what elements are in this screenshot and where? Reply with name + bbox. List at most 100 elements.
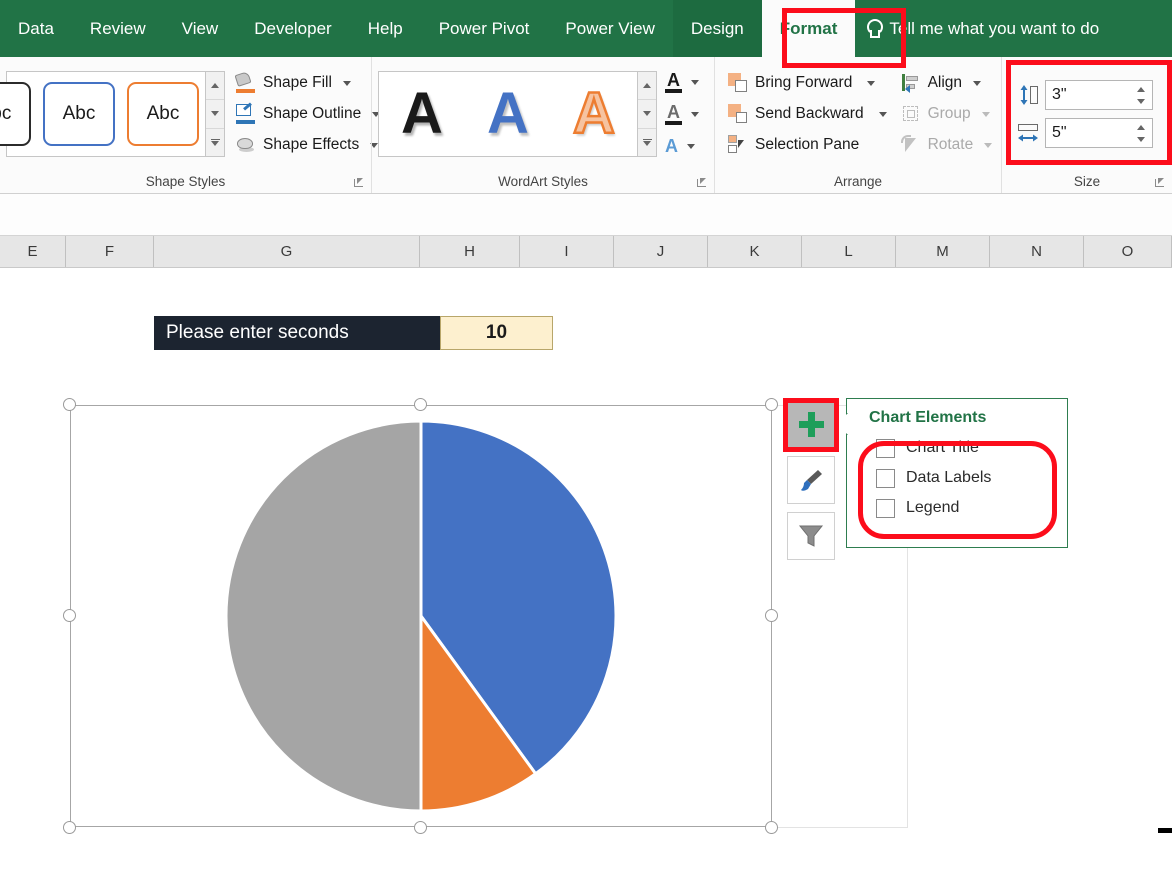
column-header-G[interactable]: G [154,236,420,267]
column-header-O[interactable]: O [1084,236,1172,267]
shape-style-thumb-3[interactable]: Abc [127,82,199,146]
tab-developer[interactable]: Developer [236,0,350,57]
seconds-input-cell[interactable]: 10 [440,316,553,350]
selection-pane-button[interactable]: Selection Pane [723,131,892,159]
gallery-scroll-down-icon[interactable] [206,100,224,129]
pie-slice-3[interactable] [224,419,423,813]
chart-elements-item-legend[interactable]: Legend [847,493,1067,523]
shape-outline-button[interactable]: Shape Outline [231,100,385,128]
shape-fill-button[interactable]: Shape Fill [231,69,385,97]
column-header-F[interactable]: F [66,236,154,267]
shape-style-thumb-2[interactable]: Abc [43,82,115,146]
tab-data[interactable]: Data [0,0,72,57]
wordart-thumb-2[interactable]: A [465,78,551,150]
chevron-down-icon[interactable] [687,143,695,149]
wordart-dialog-launcher-icon[interactable] [697,178,708,189]
chart-styles-button[interactable] [787,456,835,504]
shape-style-thumb-1[interactable]: Abc [0,82,31,146]
column-header-M[interactable]: M [896,236,990,267]
shape-styles-gallery[interactable]: Abc Abc Abc [0,71,225,157]
gallery-scroll-down-icon[interactable] [638,100,656,129]
shape-height-icon [1018,85,1038,105]
gallery-scroll-up-icon[interactable] [206,72,224,101]
tab-view[interactable]: View [164,0,237,57]
shape-styles-dialog-launcher-icon[interactable] [354,178,365,189]
chevron-down-icon[interactable] [342,80,351,86]
height-arrows-icon [1020,85,1028,105]
group-arrange: Bring Forward Send Backward Selection Pa… [714,57,1001,193]
group-wordart-styles: A A A A A A WordArt Styles [371,57,714,193]
gallery-more-icon[interactable] [206,129,224,156]
group-title-arrange: Arrange [833,174,883,189]
shape-effects-label: Shape Effects [263,136,360,153]
resize-handle-top-left[interactable] [63,398,76,411]
text-fill-button[interactable]: A [665,68,699,96]
size-fields [1008,80,1153,148]
resize-handle-middle-right[interactable] [765,609,778,622]
shape-styles-scroll[interactable] [205,72,224,156]
bring-forward-label: Bring Forward [755,74,853,91]
shape-height-stepper[interactable] [1045,80,1153,110]
resize-handle-top-right[interactable] [765,398,778,411]
align-button[interactable]: Align [896,69,998,97]
checkbox-chart-title[interactable] [876,438,895,458]
send-backward-button[interactable]: Send Backward [723,100,892,128]
tab-design[interactable]: Design [672,0,762,57]
chart-elements-item-data-labels[interactable]: Data Labels [847,463,1067,493]
resize-handle-bottom-left[interactable] [63,821,76,834]
legend-label: Legend [906,499,960,516]
gallery-scroll-up-icon[interactable] [638,72,656,101]
tab-help[interactable]: Help [350,0,421,57]
wordart-thumb-3[interactable]: A [551,78,637,150]
bring-forward-icon [728,73,748,93]
column-header-I[interactable]: I [520,236,614,267]
shape-effects-button[interactable]: Shape Effects [231,131,385,159]
chevron-down-icon[interactable] [867,80,876,86]
tab-format[interactable]: Format [761,0,856,57]
tab-power-pivot[interactable]: Power Pivot [421,0,548,57]
shape-width-input[interactable] [1046,120,1130,146]
column-header-E[interactable]: E [0,236,66,267]
spin-down-icon[interactable] [1137,136,1145,142]
column-header-H[interactable]: H [420,236,520,267]
column-header-L[interactable]: L [802,236,896,267]
spin-up-icon[interactable] [1137,86,1145,92]
shape-height-input[interactable] [1046,82,1130,108]
spin-up-icon[interactable] [1137,124,1145,130]
column-header-K[interactable]: K [708,236,802,267]
bring-forward-button[interactable]: Bring Forward [723,69,892,97]
chevron-down-icon[interactable] [878,111,887,117]
size-dialog-launcher-icon[interactable] [1155,178,1166,189]
funnel-icon [798,525,824,547]
wordart-styles-gallery[interactable]: A A A [378,71,657,157]
checkbox-legend[interactable] [876,498,895,518]
tab-power-view[interactable]: Power View [547,0,672,57]
chart-elements-item-chart-title[interactable]: Chart Title [847,433,1067,463]
column-header-J[interactable]: J [614,236,708,267]
checkbox-data-labels[interactable] [876,468,895,488]
text-outline-button[interactable]: A [665,100,699,128]
resize-handle-middle-left[interactable] [63,609,76,622]
resize-handle-top-center[interactable] [414,398,427,411]
chart-filters-button[interactable] [787,512,835,560]
lightbulb-icon [865,18,884,39]
pie-chart-object[interactable] [63,398,778,834]
chart-elements-button[interactable] [787,400,835,448]
gallery-more-icon[interactable] [638,129,656,156]
chevron-down-icon[interactable] [973,80,982,86]
shape-height-spin-buttons[interactable] [1132,83,1150,107]
ribbon-body: Abc Abc Abc Shape Fill [0,57,1172,194]
resize-handle-bottom-center[interactable] [414,821,427,834]
column-header-N[interactable]: N [990,236,1084,267]
tell-me-box[interactable]: Tell me what you want to do [855,0,1099,57]
shape-width-stepper[interactable] [1045,118,1153,148]
resize-handle-bottom-right[interactable] [765,821,778,834]
spin-down-icon[interactable] [1137,98,1145,104]
chevron-down-icon[interactable] [691,79,699,85]
wordart-styles-scroll[interactable] [637,72,656,156]
shape-width-spin-buttons[interactable] [1132,121,1150,145]
wordart-thumb-1[interactable]: A [379,78,465,150]
chevron-down-icon[interactable] [691,111,699,117]
tab-review[interactable]: Review [72,0,164,57]
text-effects-button[interactable]: A [665,132,699,160]
